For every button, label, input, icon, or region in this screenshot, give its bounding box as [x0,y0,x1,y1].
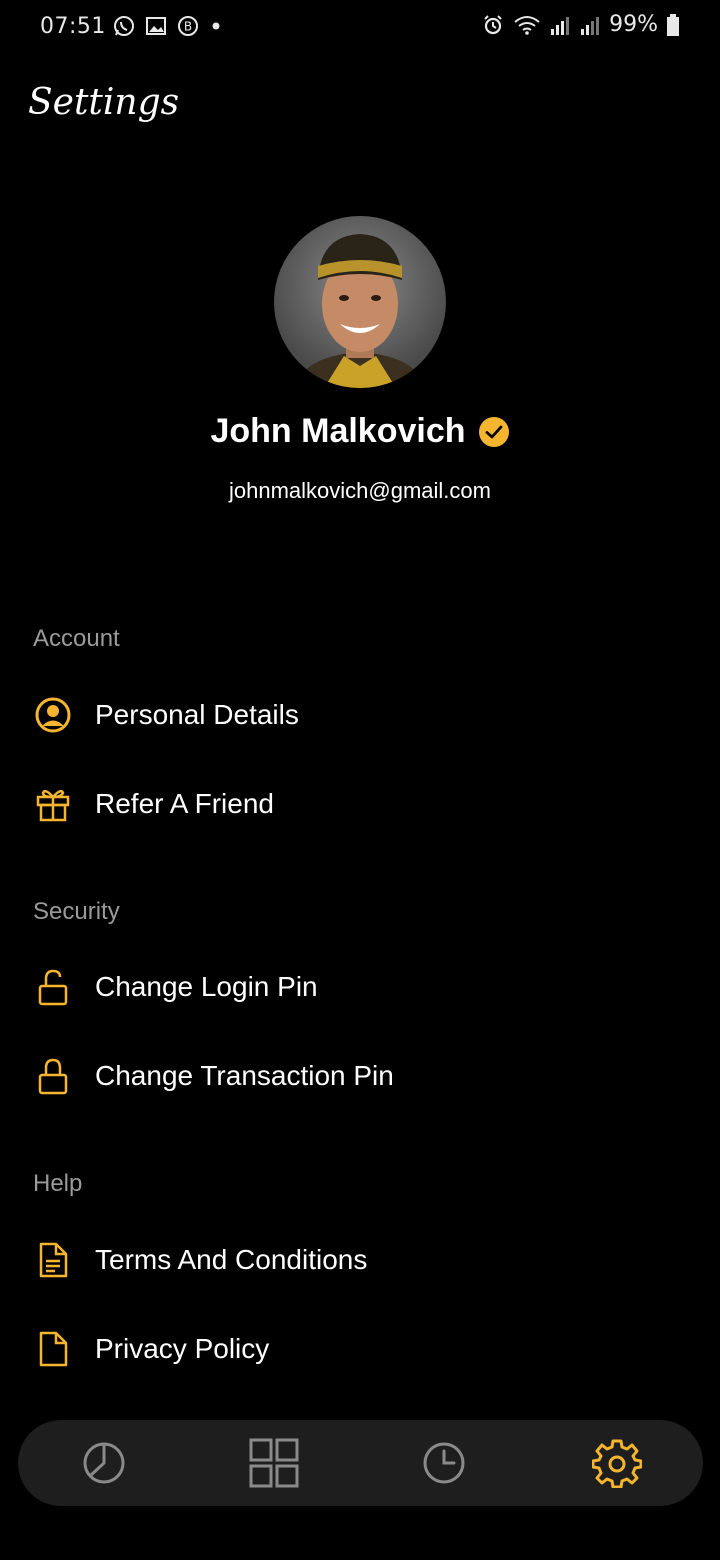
menu-item-privacy-policy[interactable]: Privacy Policy [32,1325,269,1373]
menu-item-label: Refer A Friend [95,788,274,819]
menu-item-label: Change Transaction Pin [95,1060,394,1091]
wifi-icon [514,15,540,35]
pie-chart-icon [83,1442,125,1484]
section-title-security: Security [33,898,120,925]
nav-history[interactable] [418,1437,470,1489]
status-icons-left: B [112,14,224,38]
file-icon [32,1328,74,1370]
section-title-account: Account [33,625,120,652]
avatar[interactable] [274,216,446,388]
status-bar: 07:51 B 99% [0,0,720,56]
menu-item-change-transaction-pin[interactable]: Change Transaction Pin [32,1052,394,1100]
verified-check-icon [478,416,509,447]
signal-icon [551,16,570,35]
nav-dashboard[interactable] [78,1437,130,1489]
unlock-icon [32,966,74,1008]
profile-email: johnmalkovich@gmail.com [229,478,491,503]
battery-percent: 99% [609,12,658,37]
menu-item-label: Terms And Conditions [95,1244,368,1275]
gear-icon [592,1439,642,1488]
nav-apps[interactable] [248,1437,300,1489]
menu-item-label: Personal Details [95,699,299,730]
grid-icon [249,1438,299,1488]
profile-name: John Malkovich [210,412,466,450]
status-time: 07:51 [40,14,106,39]
profile-name-row: John Malkovich [0,412,720,451]
page-title: Settings [28,82,180,123]
menu-item-label: Privacy Policy [95,1333,270,1364]
section-title-help: Help [33,1170,83,1197]
document-icon [32,1239,74,1281]
signal-icon [581,16,600,35]
clock-icon [423,1442,465,1484]
b-badge-icon: B [178,16,198,36]
bottom-nav [18,1420,703,1506]
menu-item-refer-a-friend[interactable]: Refer A Friend [32,780,274,828]
menu-item-terms-and-conditions[interactable]: Terms And Conditions [32,1236,367,1284]
lock-icon [32,1055,74,1097]
svg-text:B: B [184,20,192,34]
gift-icon [32,783,74,825]
menu-item-personal-details[interactable]: Personal Details [32,691,299,739]
nav-settings[interactable] [591,1437,643,1489]
avatar-image [294,234,426,388]
menu-item-change-login-pin[interactable]: Change Login Pin [32,963,318,1011]
gallery-icon [146,17,166,35]
menu-item-label: Change Login Pin [95,971,318,1002]
user-circle-icon [32,694,74,736]
dot-icon [212,22,220,30]
whatsapp-icon [114,16,134,36]
alarm-icon [484,14,502,34]
battery-icon [667,13,679,36]
status-icons-right: 99% [481,12,680,37]
